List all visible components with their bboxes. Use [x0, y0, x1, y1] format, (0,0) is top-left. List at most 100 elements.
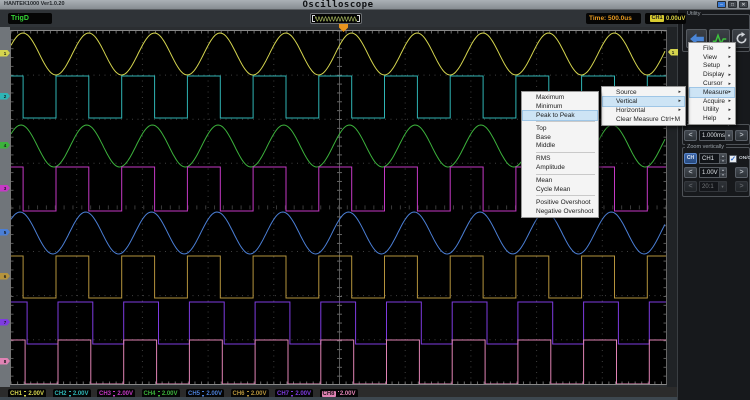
menu-item-acquire[interactable]: Acquire▸ — [690, 97, 734, 106]
menu-shortcut: Ctrl+M — [661, 116, 680, 123]
menu-item-file[interactable]: File▸ — [690, 44, 734, 53]
channel-marker-ch3[interactable]: 3 — [0, 185, 10, 192]
submenu-arrow-icon: ▸ — [728, 89, 731, 95]
channel-marker-ch7[interactable]: 7 — [0, 319, 10, 326]
trigger-source-chip: CH1 0.00uV — [645, 13, 686, 24]
channel-chip-label: CH5 — [188, 391, 200, 397]
scale-spinner-field[interactable]: 1.00V ▴▾ — [699, 167, 727, 178]
ratio-combo[interactable]: 20:1 ▾ — [699, 181, 727, 192]
title-bar: HANTEK1000 Ver1.0.20 Oscilloscope – □ ✕ — [0, 0, 750, 10]
menu-item-help[interactable]: Help▸ — [690, 114, 734, 123]
menu-separator — [536, 121, 595, 122]
ratio-prev-button[interactable]: < — [684, 181, 697, 192]
channel-combo[interactable]: CH1 ▴▾ — [699, 153, 727, 164]
minimize-button[interactable]: – — [717, 1, 726, 8]
channel-spinner[interactable]: ▴▾ — [719, 154, 726, 163]
trigger-source-tag[interactable]: CH1 — [650, 15, 664, 22]
menu-item-source[interactable]: Source▸ — [603, 88, 684, 97]
channel-scale-value: 2.00V — [162, 391, 178, 397]
channel-chip-label: CH8 — [322, 391, 336, 397]
timebase-combo-value: 1.000ms — [700, 133, 725, 139]
menu-item-rms[interactable]: RMS — [523, 154, 597, 163]
menu-item-top[interactable]: Top — [523, 124, 597, 133]
record-preview[interactable] — [310, 13, 362, 24]
timebase-combo[interactable]: 1.000ms ▾ — [699, 130, 733, 141]
submenu-arrow-icon: ▸ — [678, 107, 681, 113]
menu-item-label: Positive Overshoot — [536, 199, 591, 206]
submenu-arrow-icon: ▸ — [728, 81, 731, 87]
menu-item-label: Peak to Peak — [536, 112, 575, 119]
close-button[interactable]: ✕ — [739, 1, 748, 8]
channel-marker-ch2[interactable]: 2 — [0, 93, 10, 100]
circular-arrow-icon — [735, 32, 748, 45]
menu-item-label: Maximum — [536, 94, 564, 101]
menu-item-positive-overshoot[interactable]: Positive Overshoot — [523, 198, 597, 207]
timebase-next-button[interactable]: > — [735, 130, 748, 141]
menu-item-base[interactable]: Base — [523, 133, 597, 142]
channel-marker-ch6[interactable]: 6 — [0, 273, 10, 280]
scale-prev-button[interactable]: < — [684, 167, 697, 178]
dc-coupling-icon — [202, 391, 204, 397]
scale-next-button[interactable]: > — [735, 167, 748, 178]
menu-item-measure[interactable]: Measure▸ — [690, 88, 734, 97]
left-marker-gutter: 1 2 4 3 5 6 7 8 — [0, 27, 10, 387]
timebase-prev-button[interactable]: < — [684, 130, 697, 141]
ratio-next-button[interactable]: > — [735, 181, 748, 192]
menu-item-setup[interactable]: Setup ▸ — [690, 62, 734, 71]
menu-item-minimum[interactable]: Minimum — [523, 102, 597, 111]
submenu-arrow-icon: ▸ — [728, 45, 731, 51]
menu-item-label: Mean — [536, 177, 552, 184]
chevron-down-icon[interactable]: ▾ — [718, 182, 726, 191]
trigger-status: TrigD — [11, 15, 29, 22]
menu-item-display[interactable]: Display▸ — [690, 70, 734, 79]
menu-item-mean[interactable]: Mean — [523, 176, 597, 185]
zoom-vertical-label: Zoom vertically — [685, 144, 726, 150]
menu-item-label: Clear Measure — [616, 116, 659, 123]
toolbar: TrigD Time: 500.0us CH1 0.00uV — [0, 10, 677, 27]
channel-marker-ch4[interactable]: 4 — [0, 142, 10, 149]
dc-coupling-icon — [69, 391, 71, 397]
chevron-down-icon[interactable]: ▾ — [725, 131, 732, 140]
channel-combo-value: CH1 — [700, 156, 719, 162]
menu-separator — [536, 152, 595, 153]
menu-item-view[interactable]: View▸ — [690, 53, 734, 62]
right-marker-gutter — [667, 27, 677, 387]
dc-coupling-icon — [247, 391, 249, 397]
menu-item-vertical[interactable]: Vertical▸ — [603, 97, 684, 106]
channel-onoff-checkbox[interactable]: ✓ — [729, 155, 737, 163]
submenu-arrow-icon: ▸ — [728, 54, 731, 60]
submenu-arrow-icon: ▸ — [678, 89, 681, 95]
main-menu: File▸View▸Setup▸Display▸Cursor▸Measure▸A… — [688, 42, 736, 125]
menu-item-label: Setup — [703, 62, 720, 69]
menu-item-cursor[interactable]: Cursor ▸ — [690, 79, 734, 88]
menu-item-utility[interactable]: Utility▸ — [690, 106, 734, 115]
channel-marker-ch1[interactable]: 1 — [0, 50, 10, 57]
scale-spinner[interactable]: ▴▾ — [719, 168, 726, 177]
menu-item-negative-overshoot[interactable]: Negative Overshoot — [523, 207, 597, 216]
menu-item-label: Middle — [536, 142, 555, 149]
menu-item-horizontal[interactable]: Horizontal▸ — [603, 106, 684, 115]
menu-item-middle[interactable]: Middle — [523, 141, 597, 150]
menu-item-maximum[interactable]: Maximum — [523, 93, 597, 102]
menu-item-clear-measure[interactable]: Clear MeasureCtrl+M — [603, 115, 684, 124]
menu-item-label: Measure — [703, 89, 728, 96]
menu-item-label: Minimum — [536, 103, 562, 110]
menu-separator — [536, 174, 595, 175]
scale-value: 1.00V — [700, 170, 719, 176]
channel-select-button[interactable]: CH — [684, 153, 697, 164]
channel-chip-label: CH4 — [144, 391, 156, 397]
menu-item-cycle-mean[interactable]: Cycle Mean — [523, 185, 597, 194]
menu-item-label: Cursor — [703, 80, 723, 87]
maximize-button[interactable]: □ — [728, 1, 737, 8]
channel-marker-ch5[interactable]: 5 — [0, 229, 10, 236]
submenu-arrow-icon: ▸ — [728, 116, 731, 122]
channel-scale-value: 2.00V — [251, 391, 267, 397]
preview-waveform-icon — [315, 15, 357, 23]
submenu-arrow-icon: ▸ — [728, 63, 731, 69]
menu-item-amplitude[interactable]: Amplitude — [523, 163, 597, 172]
dc-coupling-icon — [24, 391, 26, 397]
channel-scale-value: 2.00V — [295, 391, 311, 397]
preview-right-bracket[interactable] — [357, 15, 360, 22]
channel-marker-ch8[interactable]: 8 — [0, 358, 10, 365]
menu-item-peak-to-peak[interactable]: Peak to Peak — [523, 111, 597, 120]
